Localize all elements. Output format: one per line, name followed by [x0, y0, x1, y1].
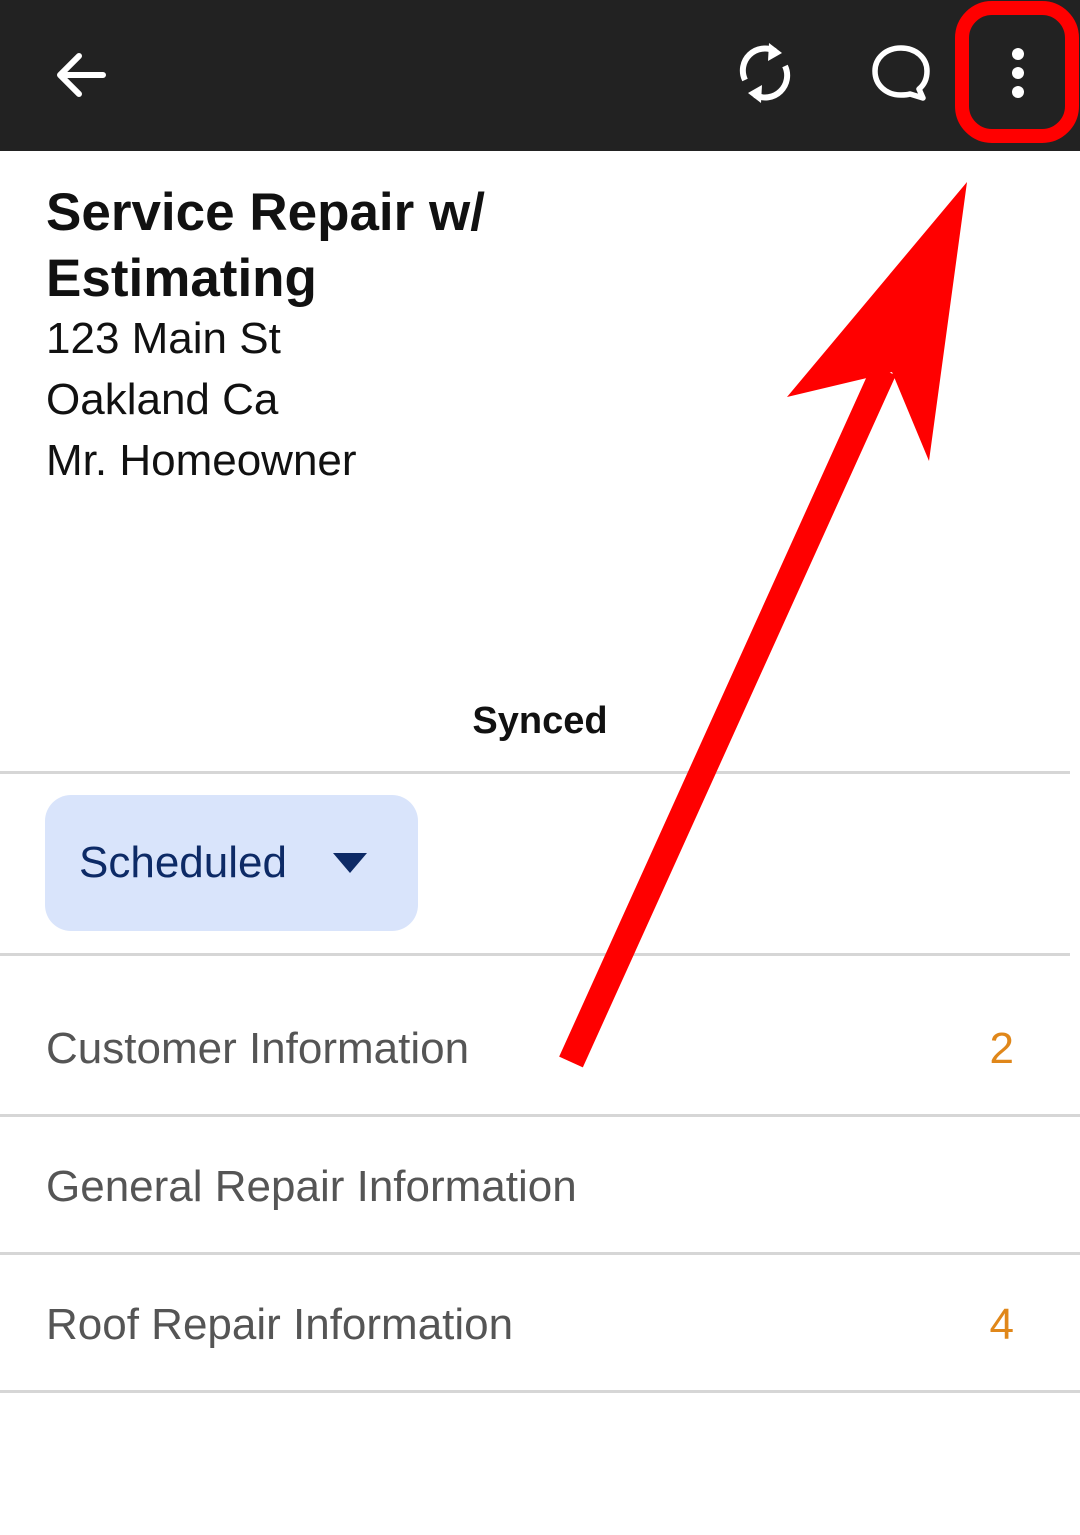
chat-bubble-icon [872, 45, 930, 101]
sync-status-label: Synced [472, 700, 608, 742]
divider [0, 1114, 1080, 1117]
status-dropdown[interactable]: Scheduled [45, 795, 418, 931]
job-title: Service Repair w/ Estimating [46, 183, 485, 308]
back-button[interactable] [40, 35, 120, 115]
section-row-customer-information[interactable]: Customer Information 2 [0, 981, 1080, 1117]
section-label: General Repair Information [46, 1162, 577, 1211]
address-street: 123 Main St [46, 314, 281, 363]
more-vertical-icon [1012, 48, 1024, 98]
customer-name: Mr. Homeowner [46, 436, 357, 485]
arrow-left-icon [57, 53, 106, 97]
job-header: Service Repair w/ Estimating 123 Main St… [46, 180, 1026, 491]
top-app-bar [0, 0, 1080, 151]
address-city: Oakland Ca [46, 375, 279, 424]
section-count-badge: 2 [989, 1024, 1014, 1073]
divider [0, 953, 1070, 956]
sync-icon [739, 43, 791, 103]
more-options-button[interactable] [975, 30, 1061, 116]
section-row-roof-repair-information[interactable]: Roof Repair Information 4 [0, 1257, 1080, 1393]
divider [0, 771, 1070, 774]
status-dropdown-value: Scheduled [79, 838, 287, 887]
divider [0, 1252, 1080, 1255]
section-count-badge: 4 [989, 1300, 1014, 1349]
section-label: Roof Repair Information [46, 1300, 514, 1349]
divider [0, 1390, 1080, 1393]
chat-button[interactable] [858, 30, 944, 116]
caret-down-icon [333, 853, 367, 873]
section-row-general-repair-information[interactable]: General Repair Information [0, 1119, 1080, 1255]
section-label: Customer Information [46, 1024, 470, 1073]
sync-button[interactable] [722, 30, 808, 116]
